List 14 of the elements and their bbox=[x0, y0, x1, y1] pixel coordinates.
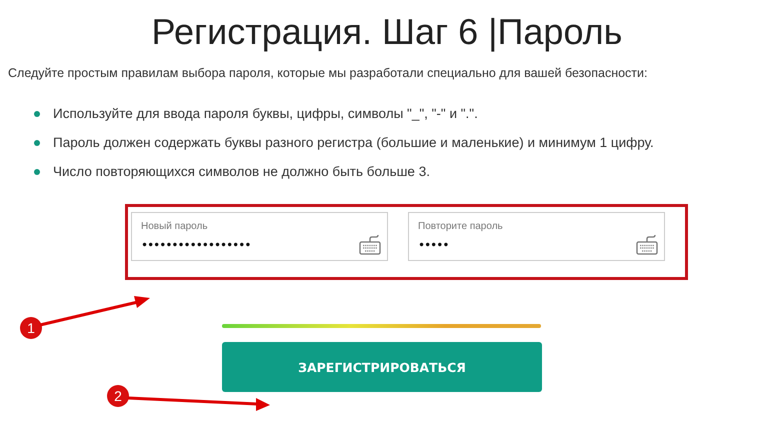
step-badge: 2 bbox=[107, 385, 129, 407]
bullet-icon bbox=[34, 140, 40, 146]
rule-text: Пароль должен содержать буквы разного регистра (большие и маленькие) и минимум 1 цифру. bbox=[53, 135, 654, 150]
keyboard-icon[interactable] bbox=[359, 232, 381, 254]
step-badge: 1 bbox=[20, 317, 42, 339]
rule-text: Используйте для ввода пароля буквы, цифры, символы "_", "-" и ".". bbox=[53, 106, 478, 121]
instructions-text: Следуйте простым правилам выбора пароля, которые мы разработали специально для вашей безопасности: bbox=[8, 66, 648, 80]
password-field[interactable]: Повторите пароль ••••• bbox=[408, 212, 665, 261]
bullet-icon bbox=[34, 168, 40, 174]
bullet-icon bbox=[34, 110, 40, 116]
page-title: Регистрация. Шаг 6 |Пароль bbox=[150, 10, 624, 54]
keyboard-icon[interactable] bbox=[636, 232, 658, 254]
password-field[interactable]: Новый пароль •••••••••••••••••• bbox=[131, 212, 388, 261]
rule-text: Число повторяющихся символов не должно быть больше 3. bbox=[53, 164, 430, 179]
